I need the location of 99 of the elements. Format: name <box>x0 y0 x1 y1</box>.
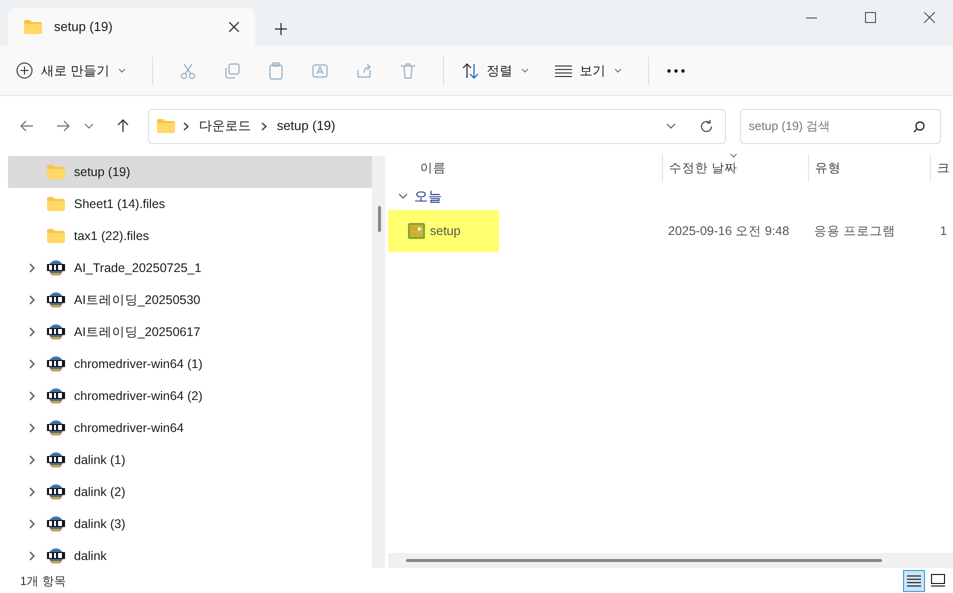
tree-item[interactable]: tax1 (22).files <box>8 220 372 252</box>
window-tab[interactable]: setup (19) <box>8 8 255 46</box>
archive-icon <box>47 324 65 340</box>
tree-item[interactable]: Sheet1 (14).files <box>8 188 372 220</box>
column-header[interactable]: 크 <box>930 154 953 182</box>
chevron-right-icon[interactable] <box>28 359 36 369</box>
tree-item[interactable]: dalink <box>8 540 372 572</box>
group-header[interactable]: 오늘 <box>388 182 953 210</box>
tree-item-label: tax1 (22).files <box>74 228 150 245</box>
file-name-cell[interactable]: setup <box>388 210 499 252</box>
tree-item-label: dalink <box>74 548 107 565</box>
tree-item[interactable]: chromedriver-win64 (1) <box>8 348 372 380</box>
search-icon[interactable] <box>913 120 926 132</box>
tree-item-label: chromedriver-win64 (2) <box>74 388 203 405</box>
chevron-right-icon[interactable] <box>28 263 36 273</box>
refresh-icon[interactable] <box>700 120 713 132</box>
tree-item-label: dalink (3) <box>74 516 126 533</box>
view-button[interactable]: 보기 <box>554 60 622 80</box>
scrollbar-thumb[interactable] <box>378 206 381 232</box>
tree-item[interactable]: dalink (1) <box>8 444 372 476</box>
address-bar[interactable]: 다운로드 setup (19) <box>148 108 726 144</box>
breadcrumb[interactable]: setup (19) <box>274 116 338 136</box>
chevron-right-icon[interactable] <box>28 327 36 337</box>
tree-item-label: AI_Trade_20250725_1 <box>74 260 202 277</box>
details-view-button[interactable] <box>903 570 925 592</box>
up-icon[interactable] <box>116 119 130 133</box>
list-lines-icon <box>907 574 921 586</box>
folder-icon <box>47 165 65 179</box>
tree-item[interactable]: dalink (2) <box>8 476 372 508</box>
tree-item[interactable]: AI_Trade_20250725_1 <box>8 252 372 284</box>
maximize-icon[interactable] <box>865 12 876 23</box>
tile-icon <box>931 574 945 587</box>
archive-icon <box>47 484 65 500</box>
back-icon[interactable] <box>20 119 34 133</box>
collapse-chevron-icon <box>398 193 408 199</box>
tree-item-label: chromedriver-win64 <box>74 420 184 437</box>
tree-item[interactable]: chromedriver-win64 (2) <box>8 380 372 412</box>
folder-icon <box>47 197 65 211</box>
tree-item-label: chromedriver-win64 (1) <box>74 356 203 373</box>
table-cell-text: 1 <box>939 222 948 240</box>
archive-icon <box>47 420 65 436</box>
chevron-right-icon <box>182 122 189 130</box>
installer-icon <box>408 222 426 240</box>
tree-item[interactable]: AI트레이딩_20250617 <box>8 316 372 348</box>
chevron-right-icon[interactable] <box>28 423 36 433</box>
archive-icon <box>47 388 65 404</box>
lines-icon <box>554 64 572 76</box>
close-window-icon[interactable] <box>924 12 935 23</box>
search-field[interactable]: setup (19) 검색 <box>740 108 942 144</box>
sort-button[interactable]: 정렬 <box>462 60 529 80</box>
tree-item[interactable]: setup (19) <box>8 156 372 188</box>
dropdown-caret-icon[interactable] <box>666 123 676 129</box>
breadcrumb[interactable]: 다운로드 <box>196 116 253 136</box>
more-icon[interactable] <box>666 68 685 72</box>
chevron-right-icon[interactable] <box>28 519 36 529</box>
item-count: 1개 항목 <box>20 572 68 590</box>
sort-caret-icon <box>729 154 738 158</box>
chevron-right-icon[interactable] <box>28 295 36 305</box>
folder-icon <box>24 20 42 34</box>
add-tab-icon[interactable] <box>275 23 287 35</box>
archive-icon <box>47 356 65 372</box>
sort-arrows-icon <box>462 62 479 78</box>
chevron-right-icon <box>260 122 267 130</box>
tree-item-label: setup (19) <box>74 164 130 181</box>
tree-item-label: AI트레이딩_20250617 <box>74 324 200 341</box>
column-header[interactable]: 유형 <box>808 154 930 182</box>
archive-icon <box>47 516 65 532</box>
chevron-right-icon[interactable] <box>28 455 36 465</box>
close-icon[interactable] <box>229 22 239 32</box>
tree-item-label: dalink (2) <box>74 484 126 501</box>
new-button[interactable]: 새로 만들기 <box>16 60 126 80</box>
tree-item[interactable]: AI트레이딩_20250530 <box>8 284 372 316</box>
chevron-right-icon[interactable] <box>28 391 36 401</box>
table-cell-text: 응용 프로그램 <box>813 222 896 240</box>
caret-icon <box>614 68 622 74</box>
chevron-right-icon[interactable] <box>28 487 36 497</box>
folder-icon <box>156 119 175 133</box>
tree-item-label: AI트레이딩_20250530 <box>74 292 200 309</box>
forward-icon[interactable] <box>56 119 70 133</box>
tree-item[interactable]: chromedriver-win64 <box>8 412 372 444</box>
tree-item-label: Sheet1 (14).files <box>74 196 166 213</box>
tab-title: setup (19) <box>54 18 114 36</box>
caret-icon <box>118 68 126 74</box>
tree-item[interactable]: dalink (3) <box>8 508 372 540</box>
column-header[interactable]: 이름 <box>388 154 662 182</box>
archive-icon <box>47 452 65 468</box>
plus-circle-icon <box>16 62 33 79</box>
table-cell-text: 2025-09-16 오전 9:48 <box>667 222 790 240</box>
tree-item-label: dalink (1) <box>74 452 126 469</box>
archive-icon <box>47 260 65 276</box>
folder-icon <box>47 229 65 243</box>
horizontal-scrollbar-thumb[interactable] <box>406 559 882 562</box>
minimize-icon[interactable] <box>806 16 817 18</box>
caret-icon <box>520 68 529 74</box>
archive-icon <box>47 292 65 308</box>
column-header[interactable]: 수정한 날짜 <box>662 154 808 182</box>
chevron-right-icon[interactable] <box>28 551 36 561</box>
recent-caret-icon[interactable] <box>84 123 94 129</box>
archive-icon <box>47 548 65 564</box>
